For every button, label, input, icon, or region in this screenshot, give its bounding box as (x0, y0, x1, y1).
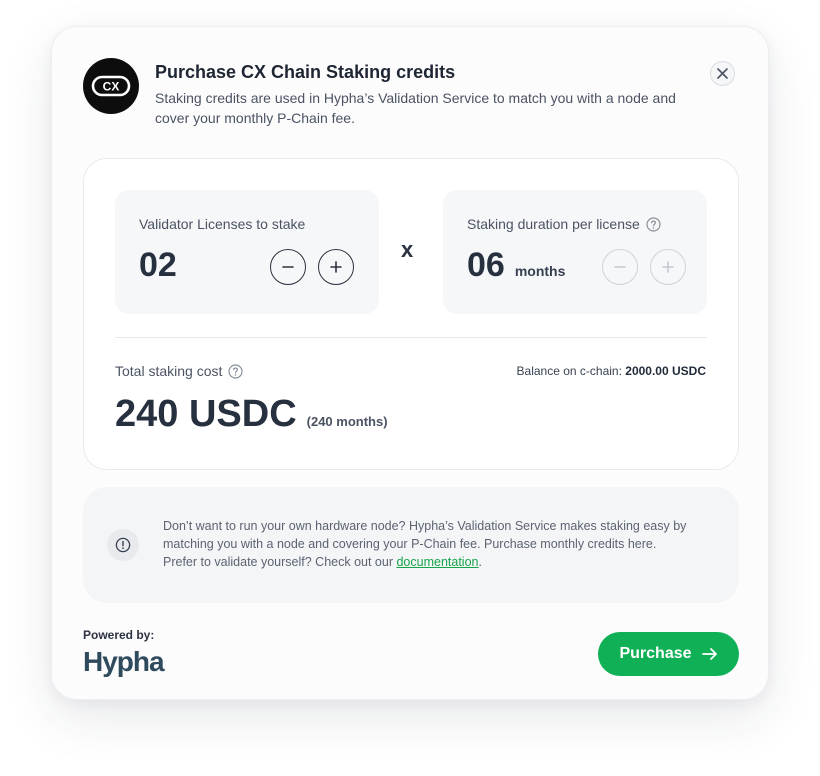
multiply-sign: x (401, 237, 414, 262)
modal-title: Purchase CX Chain Staking credits (155, 62, 456, 82)
info-circle-icon (107, 529, 139, 561)
licenses-value: 02 (139, 246, 177, 284)
minus-icon (614, 266, 626, 268)
total-months: (240 months) (306, 414, 388, 429)
hypha-logo: Hypha (82, 645, 174, 686)
duration-label: Staking duration per license (467, 216, 661, 232)
licenses-tile: Validator Licenses to stake 02 (115, 190, 379, 314)
info-text: Don’t want to run your own hardware node… (163, 519, 687, 569)
cx-chain-logo: CX (83, 58, 139, 114)
duration-tile: Staking duration per license 06 months (443, 190, 707, 314)
documentation-link[interactable]: documentation (396, 555, 478, 569)
duration-unit: months (514, 263, 566, 279)
licenses-decrement-button[interactable] (270, 249, 306, 285)
balance-readout: Balance on c-chain: 2000.00 USDC (517, 364, 706, 378)
total-amount: 240 USDC (115, 393, 297, 435)
close-icon (717, 68, 728, 79)
duration-decrement-button[interactable] (602, 249, 638, 285)
close-button[interactable] (710, 61, 735, 86)
help-circle-icon[interactable] (646, 216, 661, 232)
arrow-right-icon (701, 648, 717, 660)
cx-logo-text: CX (103, 80, 120, 94)
purchase-label: Purchase (619, 645, 692, 662)
divider (115, 337, 707, 338)
staking-card: Validator Licenses to stake 02 x Staking… (83, 158, 739, 470)
balance-value: 2000.00 USDC (625, 364, 706, 378)
powered-by-label: Powered by: (83, 628, 155, 642)
duration-value: 06 months (467, 246, 566, 284)
total-cost-label: Total staking cost (115, 363, 243, 379)
purchase-button[interactable]: Purchase (598, 632, 739, 676)
plus-icon (330, 261, 342, 273)
minus-icon (282, 266, 294, 268)
total-cost-value: 240 USDC (240 months) (115, 393, 388, 436)
licenses-label: Validator Licenses to stake (139, 216, 306, 232)
balance-label: Balance on c-chain: (516, 364, 622, 378)
duration-increment-button[interactable] (650, 249, 686, 285)
hypha-logo-text: Hypha (83, 646, 165, 677)
purchase-modal: CX Purchase CX Chain Staking credits Sta… (51, 26, 769, 700)
modal-subtitle: Staking credits are used in Hypha’s Vali… (155, 90, 676, 126)
info-box: Don’t want to run your own hardware node… (83, 487, 739, 603)
licenses-increment-button[interactable] (318, 249, 354, 285)
help-circle-icon[interactable] (228, 363, 243, 379)
plus-icon (662, 261, 674, 273)
